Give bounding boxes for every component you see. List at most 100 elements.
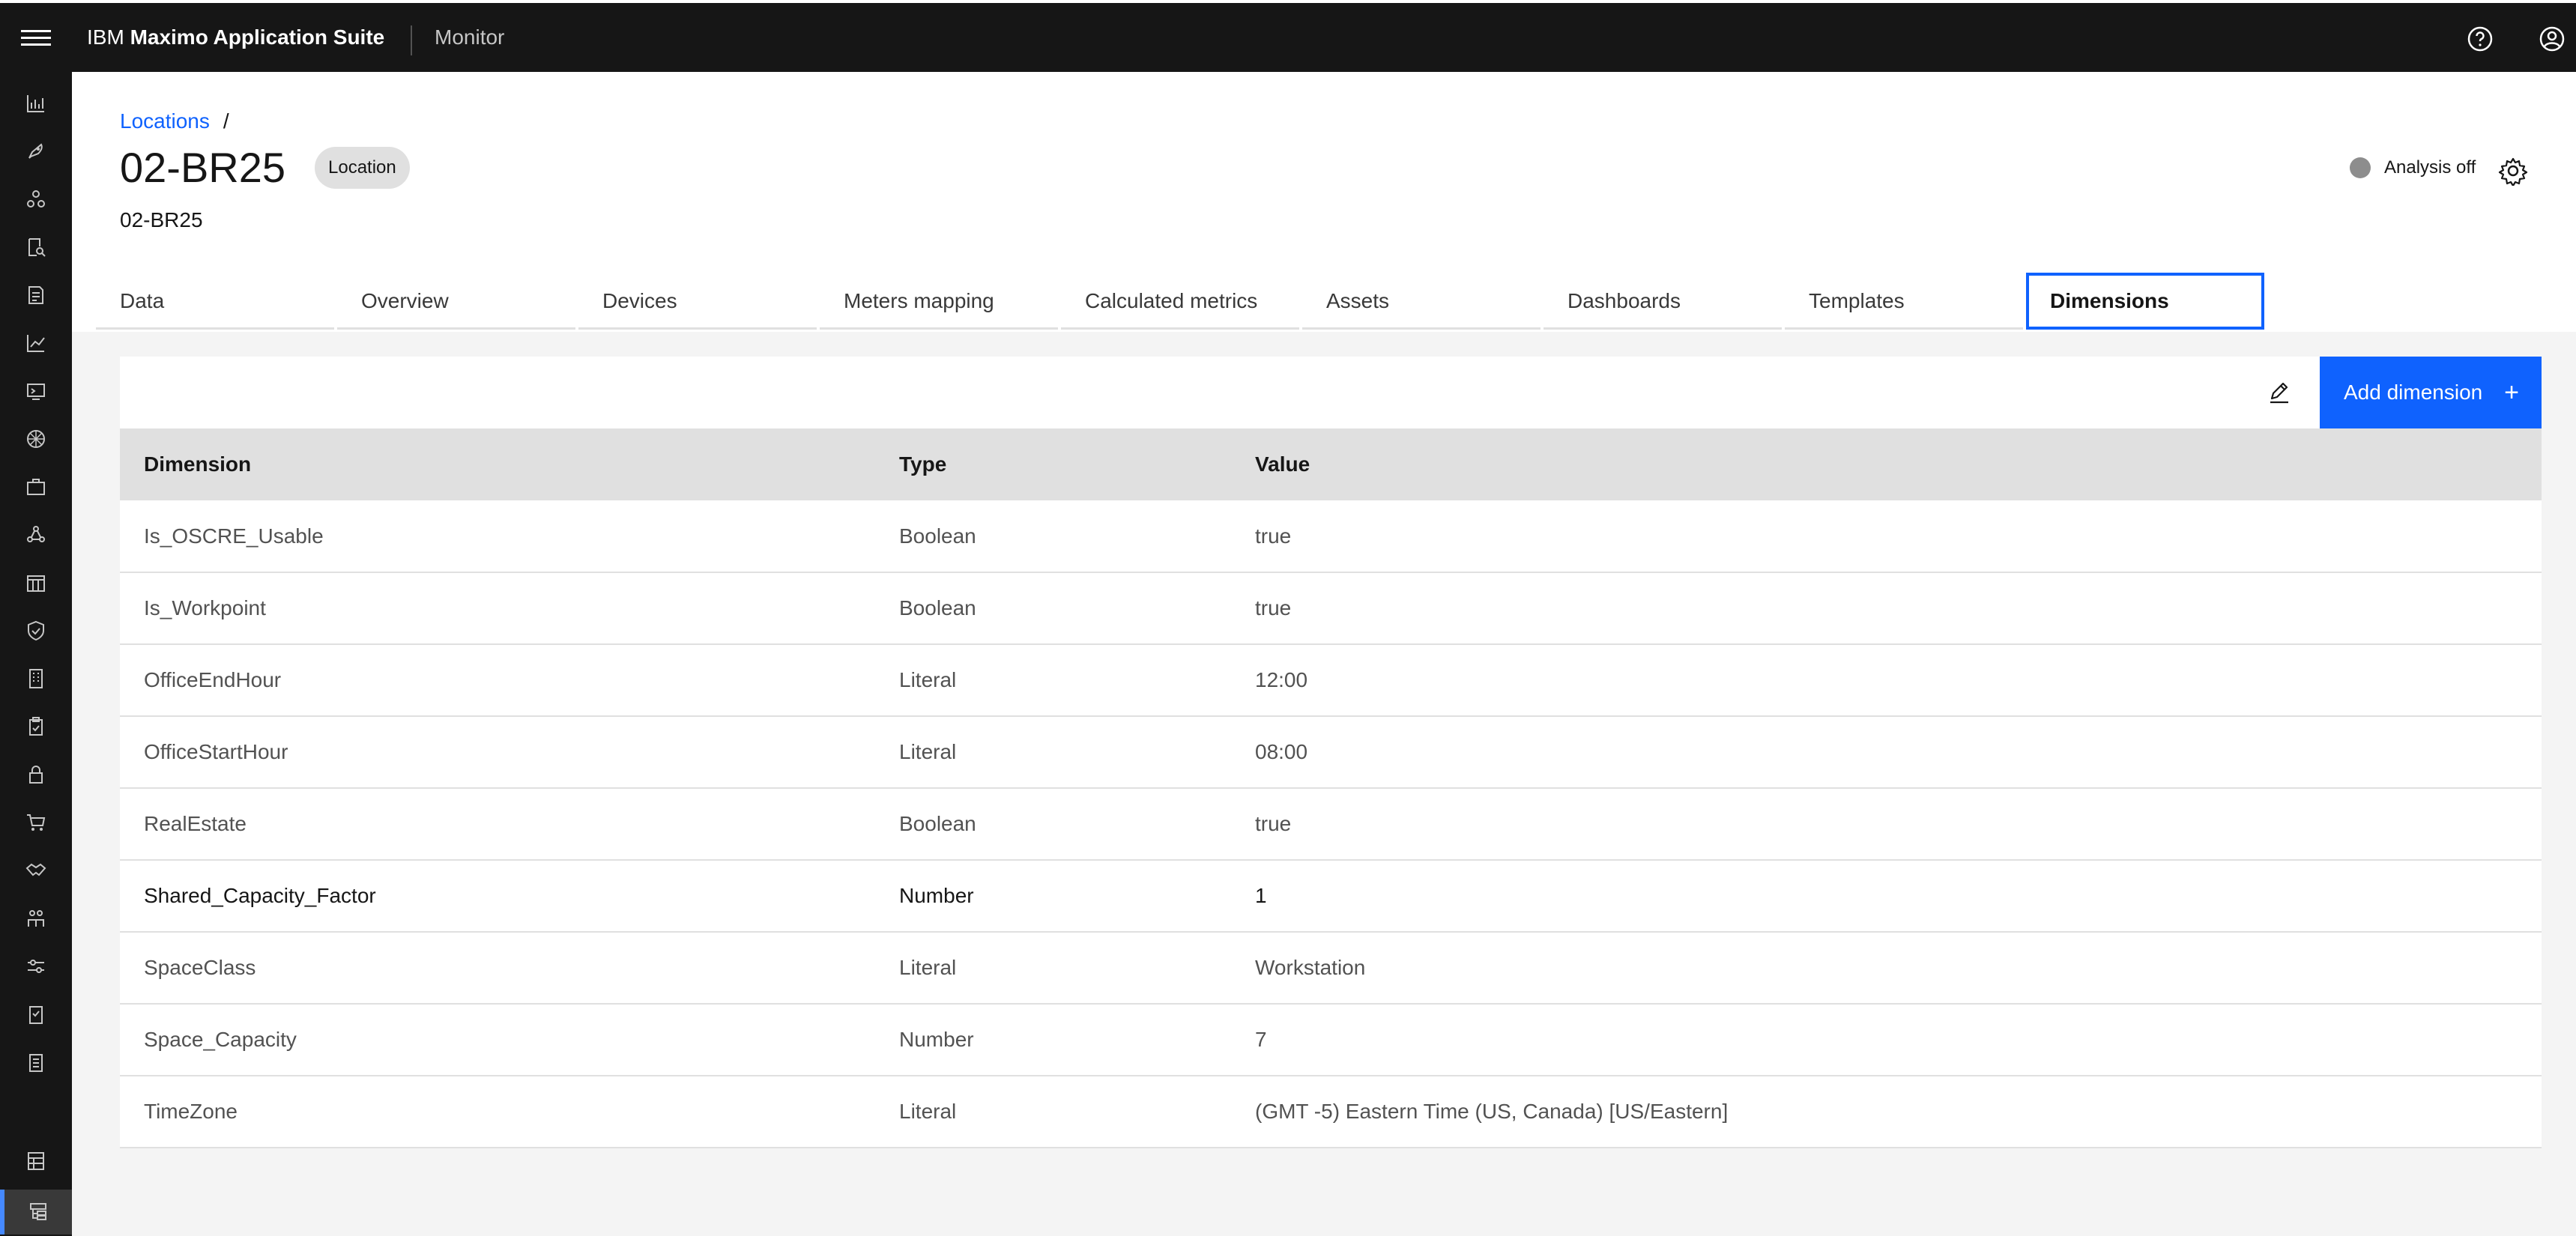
cell-value: (GMT -5) Eastern Time (US, Canada) [US/E… <box>1255 1100 1729 1123</box>
sliders-icon[interactable] <box>0 944 72 989</box>
cell-type: Boolean <box>899 596 976 619</box>
cell-type: Boolean <box>899 812 976 835</box>
cell-type: Literal <box>899 668 957 691</box>
breadcrumb: Locations / <box>120 109 229 133</box>
edit-icon[interactable] <box>2264 378 2294 408</box>
cell-dimension: OfficeEndHour <box>144 668 282 691</box>
table-row[interactable]: Shared_Capacity_Factor Number 1 <box>120 860 2542 932</box>
cell-dimension: RealEstate <box>144 812 247 835</box>
tab-assets[interactable]: Assets <box>1302 273 1541 330</box>
cart-icon[interactable] <box>0 800 72 845</box>
cell-value: true <box>1255 524 1292 548</box>
cell-value: 12:00 <box>1255 668 1308 691</box>
tab-dashboards[interactable]: Dashboards <box>1544 273 1782 330</box>
page-header: Locations / 02-BR25 Location 02-BR25 Anal… <box>72 72 2576 332</box>
tab-dimensions[interactable]: Dimensions <box>2026 273 2264 330</box>
page-title: 02-BR25 <box>120 144 286 191</box>
tab-overview[interactable]: Overview <box>337 273 575 330</box>
checklist-icon[interactable] <box>0 992 72 1037</box>
calendar-grid-icon[interactable] <box>0 560 72 605</box>
cell-value: Workstation <box>1255 956 1366 979</box>
analysis-label: Analysis off <box>2384 157 2476 178</box>
clipboard-icon[interactable] <box>0 704 72 749</box>
monitor-icon[interactable] <box>0 369 72 413</box>
table-row[interactable]: OfficeStartHour Literal 08:00 <box>120 716 2542 788</box>
cell-value: 08:00 <box>1255 740 1308 763</box>
cell-type: Literal <box>899 1100 957 1123</box>
dimensions-table-container: Add dimension + Dimension Type Value Is_… <box>120 357 2542 1148</box>
line-chart-icon[interactable] <box>0 321 72 366</box>
cell-value: true <box>1255 812 1292 835</box>
side-nav <box>0 72 72 1236</box>
help-icon[interactable] <box>2467 25 2494 52</box>
briefcase-icon[interactable] <box>0 464 72 509</box>
column-header-value[interactable]: Value <box>1231 428 2542 500</box>
main-content: Locations / 02-BR25 Location 02-BR25 Anal… <box>72 72 2576 1236</box>
list-doc-icon[interactable] <box>0 1040 72 1085</box>
cell-value: 1 <box>1255 884 1267 907</box>
header-divider <box>411 25 412 55</box>
cell-value: 7 <box>1255 1028 1267 1051</box>
tab-calculated-metrics[interactable]: Calculated metrics <box>1061 273 1299 330</box>
cell-dimension: OfficeStartHour <box>144 740 288 763</box>
breadcrumb-locations-link[interactable]: Locations <box>120 109 210 133</box>
nodes-icon[interactable] <box>0 512 72 557</box>
tab-templates[interactable]: Templates <box>1785 273 2023 330</box>
brand-name[interactable]: IBM Maximo Application Suite <box>87 25 384 49</box>
table-row[interactable]: RealEstate Boolean true <box>120 788 2542 860</box>
cell-type: Literal <box>899 740 957 763</box>
cell-type: Boolean <box>899 524 976 548</box>
table-toolbar: Add dimension + <box>120 357 2542 428</box>
report-icon[interactable] <box>0 273 72 318</box>
table-row[interactable]: Is_Workpoint Boolean true <box>120 572 2542 644</box>
handshake-icon[interactable] <box>0 848 72 893</box>
table-row[interactable]: Space_Capacity Number 7 <box>120 1004 2542 1076</box>
bar-chart-icon[interactable] <box>0 81 72 126</box>
type-tag: Location <box>315 147 410 189</box>
column-header-type[interactable]: Type <box>875 428 1231 500</box>
tab-meters-mapping[interactable]: Meters mapping <box>820 273 1058 330</box>
menu-icon[interactable] <box>21 25 51 52</box>
search-doc-icon[interactable] <box>0 225 72 270</box>
cell-dimension: Is_Workpoint <box>144 596 266 619</box>
add-dimension-label: Add dimension <box>2344 381 2483 404</box>
shield-check-icon[interactable] <box>0 608 72 653</box>
cell-dimension: TimeZone <box>144 1100 238 1123</box>
people-icon[interactable] <box>0 896 72 941</box>
app-name: Monitor <box>435 25 505 49</box>
table-header-row: Dimension Type Value <box>120 428 2542 500</box>
lock-icon[interactable] <box>0 752 72 797</box>
table-row[interactable]: TimeZone Literal (GMT -5) Eastern Time (… <box>120 1076 2542 1148</box>
hierarchy-icon[interactable] <box>0 1190 72 1235</box>
cell-dimension: Is_OSCRE_Usable <box>144 524 324 548</box>
page-subtitle: 02-BR25 <box>120 208 203 231</box>
table-row[interactable]: SpaceClass Literal Workstation <box>120 932 2542 1004</box>
cell-value: true <box>1255 596 1292 619</box>
rocket-icon[interactable] <box>0 129 72 174</box>
cell-type: Literal <box>899 956 957 979</box>
cell-dimension: SpaceClass <box>144 956 256 979</box>
status-dot <box>2350 157 2371 178</box>
cell-dimension: Shared_Capacity_Factor <box>144 884 376 907</box>
gear-icon[interactable] <box>2498 156 2528 186</box>
wheel-icon[interactable] <box>0 416 72 461</box>
top-header: IBM Maximo Application Suite Monitor <box>0 0 2576 72</box>
cell-type: Number <box>899 884 974 907</box>
dimensions-table: Dimension Type Value Is_OSCRE_Usable Boo… <box>120 428 2542 1148</box>
user-profile-icon[interactable] <box>2539 25 2566 52</box>
column-header-dimension[interactable]: Dimension <box>120 428 875 500</box>
table-row[interactable]: OfficeEndHour Literal 12:00 <box>120 644 2542 716</box>
plus-icon: + <box>2504 378 2519 407</box>
cell-dimension: Space_Capacity <box>144 1028 297 1051</box>
analysis-status: Analysis off <box>2350 157 2476 178</box>
tab-list: Data Overview Devices Meters mapping Cal… <box>96 273 2267 333</box>
calculator-icon[interactable] <box>0 1139 72 1184</box>
breadcrumb-separator: / <box>223 109 229 133</box>
table-row[interactable]: Is_OSCRE_Usable Boolean true <box>120 500 2542 572</box>
building-icon[interactable] <box>0 656 72 701</box>
add-dimension-button[interactable]: Add dimension + <box>2320 357 2542 428</box>
tab-devices[interactable]: Devices <box>578 273 817 330</box>
cell-type: Number <box>899 1028 974 1051</box>
tab-data[interactable]: Data <box>96 273 334 330</box>
network-icon[interactable] <box>0 177 72 222</box>
